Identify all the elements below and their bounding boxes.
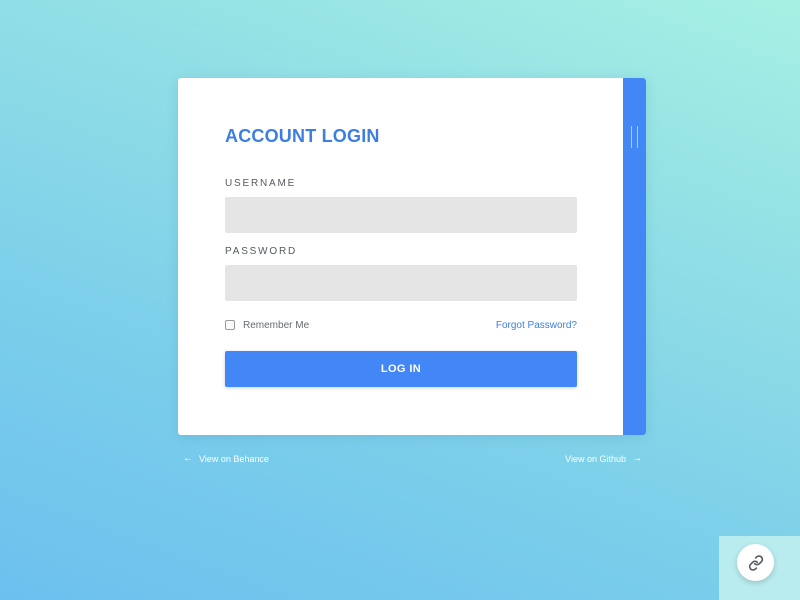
view-on-github-link[interactable]: View on Github → xyxy=(565,453,642,465)
link-button[interactable] xyxy=(737,544,774,581)
forgot-password-link[interactable]: Forgot Password? xyxy=(496,320,577,331)
remember-me[interactable]: Remember Me xyxy=(225,320,309,331)
grip-icon xyxy=(631,126,638,148)
remember-me-checkbox[interactable] xyxy=(225,320,235,330)
login-button[interactable]: LOG IN xyxy=(225,351,577,387)
view-on-behance-link[interactable]: ← View on Behance xyxy=(183,453,269,465)
password-label: PASSWORD xyxy=(225,246,297,257)
view-on-behance-label: View on Behance xyxy=(199,454,269,464)
arrow-right-icon: → xyxy=(632,453,642,464)
view-on-github-label: View on Github xyxy=(565,454,626,464)
password-input[interactable] xyxy=(225,265,577,301)
link-icon xyxy=(748,554,763,571)
page-title: ACCOUNT LOGIN xyxy=(225,126,380,146)
options-row: Remember Me Forgot Password? xyxy=(225,318,577,332)
username-label: USERNAME xyxy=(225,178,297,189)
username-input[interactable] xyxy=(225,197,577,233)
side-tab-toggle[interactable] xyxy=(623,78,646,435)
login-form: ACCOUNT LOGIN USERNAME PASSWORD Remember… xyxy=(225,125,577,387)
login-card: ACCOUNT LOGIN USERNAME PASSWORD Remember… xyxy=(178,78,646,435)
remember-me-label[interactable]: Remember Me xyxy=(243,320,309,331)
arrow-left-icon: ← xyxy=(183,453,193,464)
